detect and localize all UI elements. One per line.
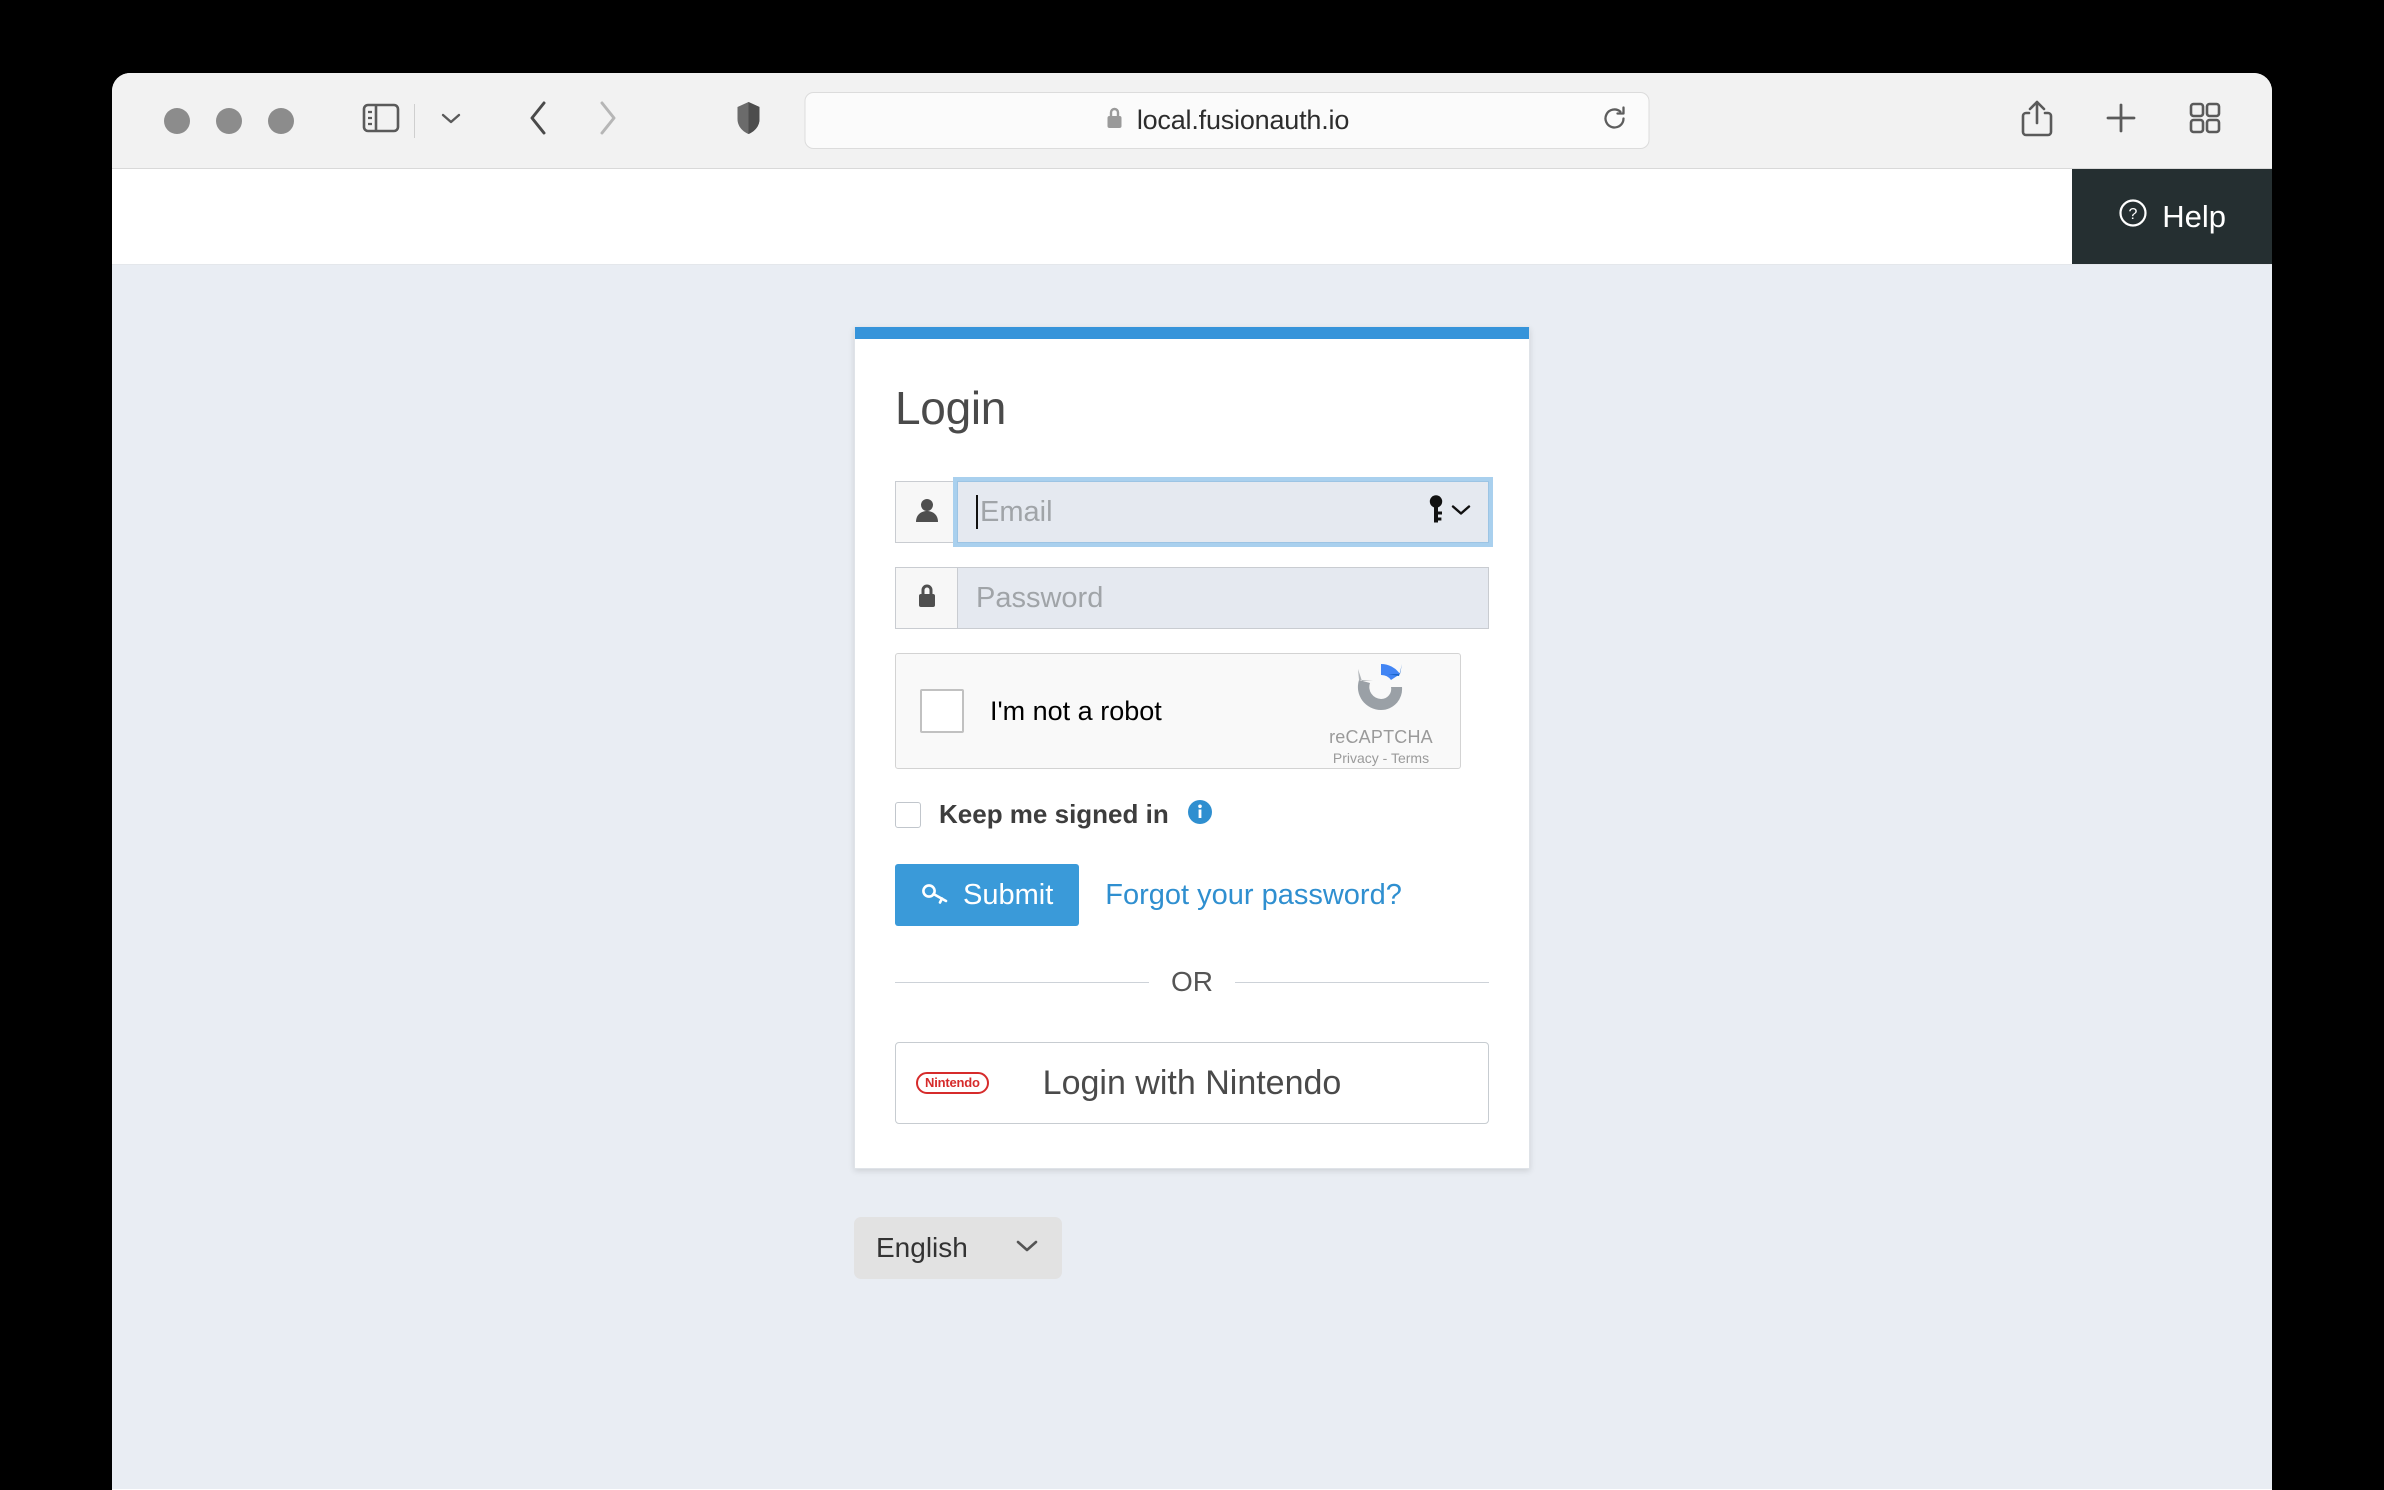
email-input[interactable]: Email	[953, 477, 1493, 547]
address-bar-content: local.fusionauth.io	[1105, 105, 1349, 136]
address-bar-area: local.fusionauth.io	[735, 92, 1650, 149]
page-body: Login Email Password I'm not a robot reC…	[112, 265, 2272, 1489]
login-card: Login Email Password I'm not a robot reC…	[854, 327, 1530, 1169]
help-label: Help	[2162, 198, 2226, 234]
card-accent-bar	[855, 327, 1529, 339]
login-with-nintendo-button[interactable]: Nintendo Login with Nintendo	[895, 1042, 1489, 1124]
recaptcha-brand-name: reCAPTCHA	[1329, 727, 1433, 747]
forward-chevron-icon	[595, 99, 619, 142]
password-input-group: Password	[895, 567, 1489, 629]
browser-toolbar: local.fusionauth.io	[112, 73, 2272, 169]
page-header: ? Help	[112, 169, 2272, 265]
info-icon[interactable]	[1187, 799, 1213, 830]
password-addon	[895, 567, 957, 629]
url-text: local.fusionauth.io	[1136, 105, 1350, 135]
key-icon	[1426, 494, 1446, 531]
divider-line-right	[1235, 981, 1489, 983]
tab-overview-icon	[2188, 101, 2222, 140]
toolbar-divider	[414, 103, 415, 138]
divider-line-left	[895, 981, 1149, 983]
close-window-button[interactable]	[164, 107, 190, 134]
svg-text:?: ?	[2129, 206, 2138, 223]
privacy-report-button[interactable]	[735, 100, 763, 141]
sidebar-options-button[interactable]	[429, 106, 473, 135]
minimize-window-button[interactable]	[216, 107, 242, 134]
nintendo-logo-text: Nintendo	[916, 1072, 989, 1094]
recaptcha-label: I'm not a robot	[990, 695, 1162, 726]
reload-icon	[1601, 104, 1629, 137]
browser-window: local.fusionauth.io ? Help Login Email P…	[112, 73, 2272, 1490]
language-select[interactable]: English	[854, 1217, 1062, 1279]
maximize-window-button[interactable]	[268, 107, 294, 134]
sidebar-toggle-button[interactable]	[362, 102, 400, 139]
password-placeholder: Password	[976, 581, 1104, 614]
divider-label: OR	[1171, 966, 1213, 997]
email-placeholder: Email	[980, 495, 1053, 528]
new-tab-button[interactable]	[2104, 101, 2138, 140]
chevron-down-icon	[1014, 1237, 1040, 1260]
plus-icon	[2104, 101, 2138, 140]
recaptcha-checkbox[interactable]	[920, 689, 964, 733]
forward-button[interactable]	[573, 99, 641, 142]
or-divider: OR	[895, 966, 1489, 998]
nintendo-logo-icon: Nintendo	[916, 1072, 989, 1094]
email-addon	[895, 481, 957, 543]
user-icon	[914, 496, 940, 529]
toolbar-right-actions	[2020, 98, 2236, 143]
window-traffic-lights	[164, 107, 294, 134]
keep-signed-in-label: Keep me signed in	[939, 799, 1169, 829]
sidebar-toggle-icon	[362, 102, 400, 139]
text-caret	[976, 495, 978, 529]
address-bar[interactable]: local.fusionauth.io	[804, 92, 1650, 149]
recaptcha-widget[interactable]: I'm not a robot reCAPTCHA Privacy - Term…	[895, 653, 1461, 769]
password-input[interactable]: Password	[957, 567, 1489, 629]
lock-icon	[1105, 105, 1125, 136]
back-button[interactable]	[505, 99, 573, 142]
submit-label: Submit	[963, 878, 1054, 911]
tab-overview-button[interactable]	[2188, 101, 2222, 140]
submit-button[interactable]: Submit	[895, 864, 1080, 926]
login-form: Login Email Password I'm not a robot reC…	[855, 339, 1529, 1168]
recaptcha-brand-links[interactable]: Privacy - Terms	[1333, 750, 1429, 766]
question-circle-icon: ?	[2118, 198, 2148, 236]
recaptcha-logo-icon	[1350, 656, 1412, 723]
back-chevron-icon	[527, 99, 551, 142]
keep-signed-in-checkbox[interactable]	[895, 801, 921, 828]
reload-button[interactable]	[1601, 104, 1629, 137]
forgot-password-link[interactable]: Forgot your password?	[1105, 879, 1402, 912]
page-title: Login	[895, 382, 1007, 434]
language-selected-value: English	[876, 1232, 968, 1263]
submit-row: Submit Forgot your password?	[895, 864, 1489, 926]
key-icon	[921, 879, 949, 912]
help-button[interactable]: ? Help	[2072, 169, 2272, 264]
chevron-down-icon	[439, 110, 463, 131]
password-autofill-button[interactable]	[1426, 494, 1472, 531]
keep-signed-in-row: Keep me signed in	[895, 799, 1489, 830]
recaptcha-branding: reCAPTCHA Privacy - Terms	[1316, 656, 1446, 766]
chevron-down-icon	[1450, 502, 1472, 523]
share-button[interactable]	[2020, 98, 2054, 143]
share-icon	[2020, 98, 2054, 143]
language-selector-wrap: English	[854, 1217, 1530, 1279]
lock-icon	[915, 582, 939, 615]
email-input-group: Email	[895, 477, 1493, 547]
privacy-shield-icon	[735, 100, 763, 141]
